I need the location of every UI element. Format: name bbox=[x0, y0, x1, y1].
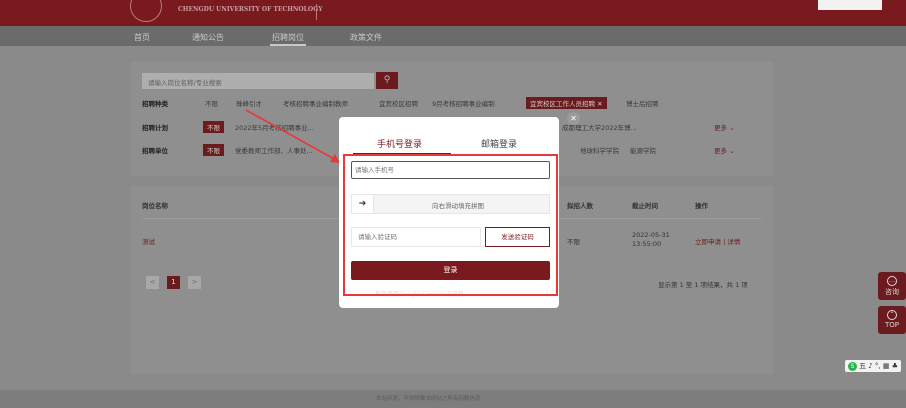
annotation-highlight-box bbox=[343, 154, 558, 296]
annotation-arrow-shaft bbox=[245, 109, 337, 161]
close-icon: ✕ bbox=[570, 114, 577, 123]
tab-email-login[interactable]: 邮箱登录 bbox=[481, 137, 517, 150]
modal-close-button[interactable]: ✕ bbox=[567, 112, 580, 125]
tab-phone-login[interactable]: 手机号登录 bbox=[377, 137, 422, 150]
